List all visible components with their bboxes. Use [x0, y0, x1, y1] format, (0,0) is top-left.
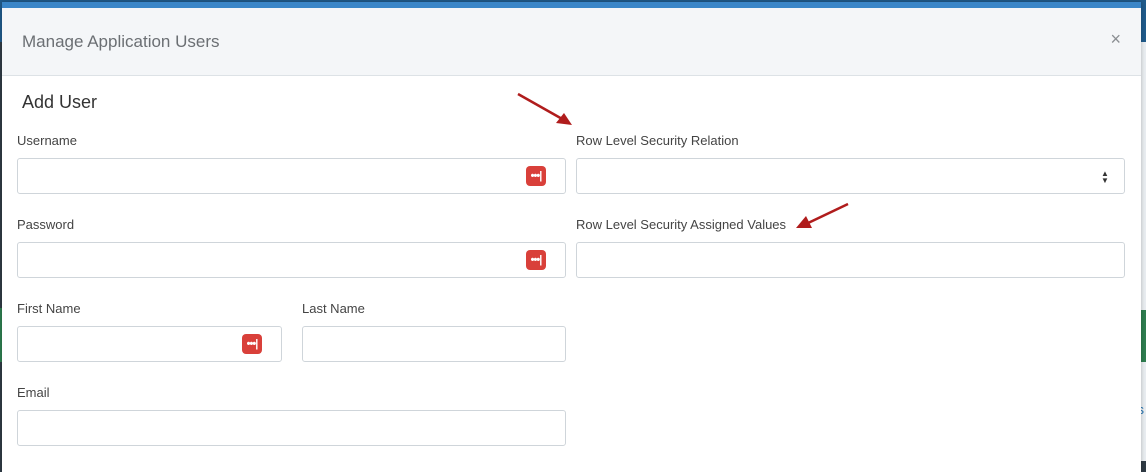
rls-relation-select[interactable]: [576, 158, 1125, 194]
annotation-arrow: [796, 202, 849, 228]
email-label: Email: [17, 385, 50, 400]
section-title: Add User: [22, 92, 98, 112]
annotation-arrow: [517, 92, 572, 125]
password-label: Password: [17, 217, 75, 232]
rls-relation-label: Row Level Security Relation: [576, 133, 739, 148]
modal-header: Manage Application Users ×: [2, 8, 1141, 76]
rls-values-label: Row Level Security Assigned Values: [576, 217, 787, 232]
password-manager-icon[interactable]: •••|: [526, 250, 546, 270]
username-label: Username: [17, 133, 77, 148]
modal-title: Manage Application Users: [22, 32, 220, 51]
select-arrows-icon: ▲ ▼: [1101, 169, 1109, 185]
username-input[interactable]: [17, 158, 566, 194]
manage-users-modal: Manage Application Users × Add User User…: [2, 2, 1141, 472]
last-name-input[interactable]: [302, 326, 566, 362]
password-manager-icon[interactable]: •••|: [526, 166, 546, 186]
rls-values-input[interactable]: [576, 242, 1125, 278]
password-input[interactable]: [17, 242, 566, 278]
email-input[interactable]: [17, 410, 566, 446]
first-name-label: First Name: [17, 301, 81, 316]
last-name-label: Last Name: [302, 301, 365, 316]
close-button[interactable]: ×: [1110, 30, 1121, 48]
password-manager-icon[interactable]: •••|: [242, 334, 262, 354]
